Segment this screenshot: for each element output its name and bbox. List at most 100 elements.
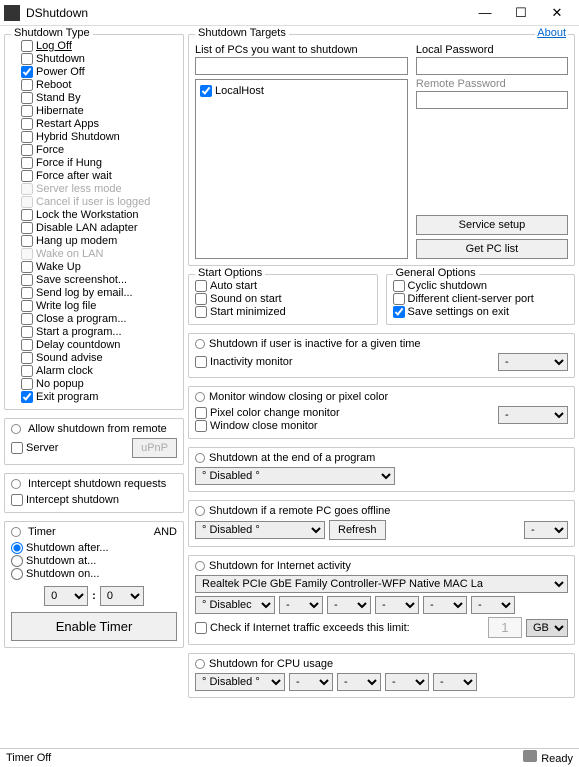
pc-list-input[interactable] — [195, 57, 408, 75]
intercept-checkbox[interactable]: Intercept shutdown — [11, 493, 177, 506]
window-close-checkbox[interactable]: Window close monitor — [195, 419, 340, 432]
shutdown-type-0[interactable]: Log Off — [21, 39, 177, 52]
shutdown-type-27[interactable]: Exit program — [21, 390, 177, 403]
shutdown-type-23[interactable]: Delay countdown — [21, 338, 177, 351]
sound-start-checkbox[interactable]: Sound on start — [195, 292, 371, 305]
remote-pwd-input[interactable] — [416, 91, 568, 109]
allow-remote-title: Allow shutdown from remote — [25, 423, 170, 435]
inactivity-checkbox[interactable]: Inactivity monitor — [195, 356, 293, 369]
close-button[interactable]: ✕ — [539, 1, 575, 25]
traffic-limit-checkbox[interactable]: Check if Internet traffic exceeds this l… — [195, 621, 410, 634]
shutdown-type-22[interactable]: Start a program... — [21, 325, 177, 338]
remote-pc-title: Shutdown if a remote PC goes offline — [209, 505, 390, 517]
timer-title: Timer — [25, 526, 59, 538]
cyclic-checkbox[interactable]: Cyclic shutdown — [393, 279, 569, 292]
shutdown-type-4[interactable]: Stand By — [21, 91, 177, 104]
shutdown-type-17[interactable]: Wake Up — [21, 260, 177, 273]
remote-pc-group: Shutdown if a remote PC goes offline ° D… — [188, 500, 575, 547]
cpu-s5-select[interactable]: - — [433, 673, 477, 691]
intercept-title: Intercept shutdown requests — [25, 478, 169, 490]
port-checkbox[interactable]: Different client-server port — [393, 292, 569, 305]
radio-icon — [195, 561, 205, 571]
shutdown-type-1[interactable]: Shutdown — [21, 52, 177, 65]
start-min-checkbox[interactable]: Start minimized — [195, 305, 371, 318]
inactive-group: Shutdown if user is inactive for a given… — [188, 333, 575, 378]
shutdown-type-10[interactable]: Force after wait — [21, 169, 177, 182]
end-program-group: Shutdown at the end of a program ° Disab… — [188, 447, 575, 492]
shutdown-type-21[interactable]: Close a program... — [21, 312, 177, 325]
radio-icon — [195, 506, 205, 516]
traffic-limit-input[interactable] — [488, 617, 522, 638]
remote-pc-dash-select[interactable]: - — [524, 521, 568, 539]
minimize-button[interactable]: — — [467, 1, 503, 25]
save-exit-checkbox[interactable]: Save settings on exit — [393, 305, 569, 318]
service-setup-button[interactable]: Service setup — [416, 215, 568, 235]
shutdown-type-12: Cancel if user is logged — [21, 195, 177, 208]
timer-at-radio[interactable]: Shutdown at... — [11, 554, 177, 567]
radio-icon — [11, 527, 21, 537]
shutdown-type-19[interactable]: Send log by email... — [21, 286, 177, 299]
intercept-group: Intercept shutdown requests Intercept sh… — [4, 473, 184, 513]
cpu-title: Shutdown for CPU usage — [209, 658, 333, 670]
about-link[interactable]: About — [535, 27, 568, 39]
cpu-mode-select[interactable]: ° Disabled ° — [195, 673, 285, 691]
internet-s3-select[interactable]: - — [327, 596, 371, 614]
remote-pc-select[interactable]: ° Disabled ° — [195, 521, 325, 539]
cpu-s2-select[interactable]: - — [289, 673, 333, 691]
pixel-select[interactable]: - — [498, 406, 568, 424]
internet-s2-select[interactable]: - — [279, 596, 323, 614]
local-pwd-label: Local Password — [416, 43, 568, 57]
shutdown-type-7[interactable]: Hybrid Shutdown — [21, 130, 177, 143]
internet-s6-select[interactable]: - — [471, 596, 515, 614]
internet-mode-select[interactable]: ° Disablec — [195, 596, 275, 614]
shutdown-type-18[interactable]: Save screenshot... — [21, 273, 177, 286]
timer-hours-select[interactable]: 0 — [44, 586, 88, 606]
ready-icon — [523, 750, 537, 762]
radio-icon — [195, 392, 205, 402]
traffic-unit-select[interactable]: GB — [526, 619, 568, 637]
window-title: DShutdown — [26, 6, 467, 20]
localhost-checkbox[interactable]: LocalHost — [200, 84, 403, 97]
shutdown-type-26[interactable]: No popup — [21, 377, 177, 390]
cpu-s3-select[interactable]: - — [337, 673, 381, 691]
shutdown-type-20[interactable]: Write log file — [21, 299, 177, 312]
pixel-group: Monitor window closing or pixel color Pi… — [188, 386, 575, 439]
shutdown-type-24[interactable]: Sound advise — [21, 351, 177, 364]
internet-group: Shutdown for Internet activity Realtek P… — [188, 555, 575, 645]
shutdown-type-6[interactable]: Restart Apps — [21, 117, 177, 130]
local-pwd-input[interactable] — [416, 57, 568, 75]
shutdown-type-15[interactable]: Hang up modem — [21, 234, 177, 247]
shutdown-type-title: Shutdown Type — [11, 27, 93, 39]
auto-start-checkbox[interactable]: Auto start — [195, 279, 371, 292]
inactive-select[interactable]: - — [498, 353, 568, 371]
shutdown-type-8[interactable]: Force — [21, 143, 177, 156]
shutdown-type-25[interactable]: Alarm clock — [21, 364, 177, 377]
get-pc-list-button[interactable]: Get PC list — [416, 239, 568, 259]
shutdown-type-3[interactable]: Reboot — [21, 78, 177, 91]
timer-mins-select[interactable]: 0 — [100, 586, 144, 606]
targets-title: Shutdown Targets — [195, 27, 289, 39]
timer-and-label: AND — [154, 526, 177, 538]
pixel-color-checkbox[interactable]: Pixel color change monitor — [195, 406, 340, 419]
status-right: Ready — [541, 753, 573, 765]
enable-timer-button[interactable]: Enable Timer — [11, 612, 177, 641]
shutdown-type-5[interactable]: Hibernate — [21, 104, 177, 117]
timer-on-radio[interactable]: Shutdown on... — [11, 567, 177, 580]
internet-s4-select[interactable]: - — [375, 596, 419, 614]
pc-listbox[interactable]: LocalHost — [195, 79, 408, 259]
upnp-button[interactable]: uPnP — [132, 438, 177, 458]
internet-s5-select[interactable]: - — [423, 596, 467, 614]
allow-remote-group: Allow shutdown from remote Server uPnP — [4, 418, 184, 465]
adapter-select[interactable]: Realtek PCIe GbE Family Controller-WFP N… — [195, 575, 568, 593]
timer-after-radio[interactable]: Shutdown after... — [11, 541, 177, 554]
shutdown-type-14[interactable]: Disable LAN adapter — [21, 221, 177, 234]
pixel-title: Monitor window closing or pixel color — [209, 391, 388, 403]
refresh-button[interactable]: Refresh — [329, 520, 386, 540]
maximize-button[interactable]: ☐ — [503, 1, 539, 25]
shutdown-type-2[interactable]: Power Off — [21, 65, 177, 78]
end-program-select[interactable]: ° Disabled ° — [195, 467, 395, 485]
cpu-s4-select[interactable]: - — [385, 673, 429, 691]
shutdown-type-13[interactable]: Lock the Workstation — [21, 208, 177, 221]
shutdown-type-9[interactable]: Force if Hung — [21, 156, 177, 169]
server-checkbox[interactable]: Server — [11, 442, 58, 455]
